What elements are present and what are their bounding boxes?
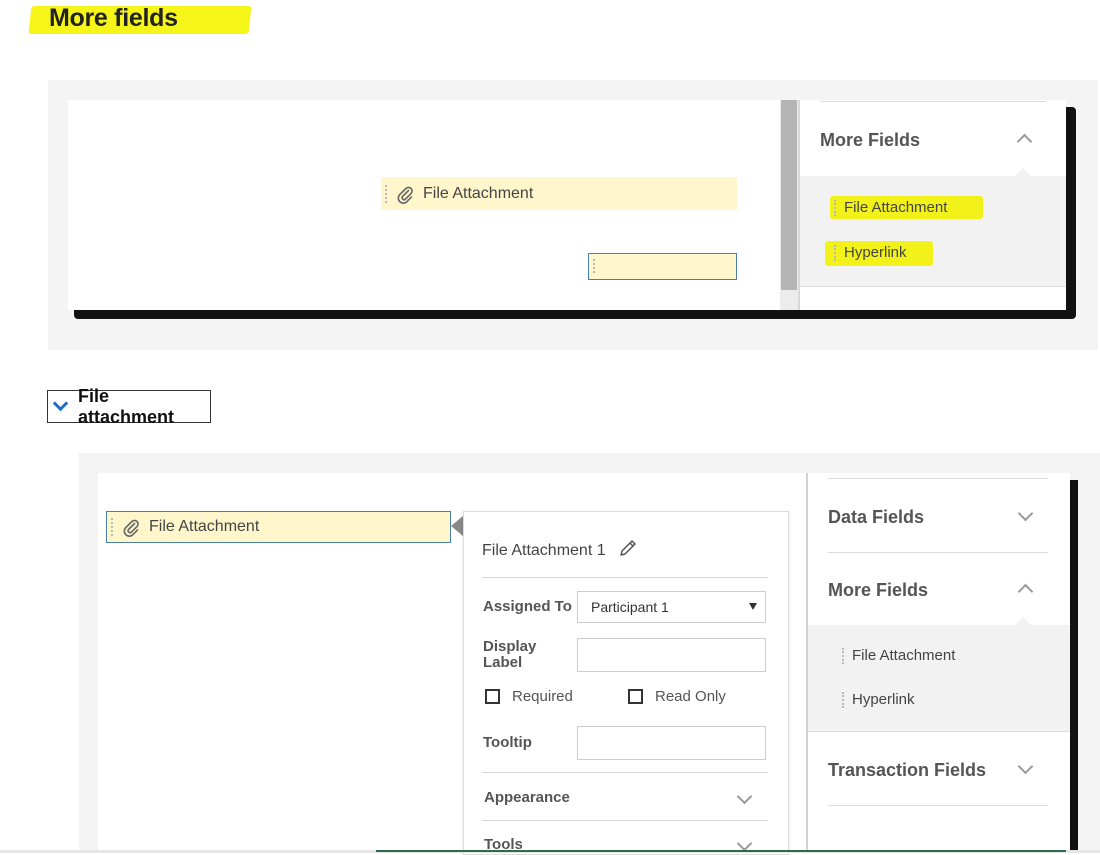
toggle-label: File attachment: [78, 385, 175, 427]
sidebar-item-file-attachment-bottom[interactable]: File Attachment: [842, 647, 955, 664]
field-label: File Attachment: [149, 518, 260, 535]
sidebar-item-file-attachment-top[interactable]: File Attachment: [834, 199, 947, 216]
more-fields-header-top[interactable]: More Fields: [820, 130, 920, 151]
list-notch: [1014, 617, 1032, 626]
drag-grip-icon: [593, 259, 595, 273]
scrollbar-thumb-top[interactable]: [781, 100, 797, 290]
appearance-section[interactable]: Appearance: [484, 789, 570, 806]
sidebar-item-label: Hyperlink: [844, 244, 907, 261]
data-fields-header[interactable]: Data Fields: [828, 507, 924, 528]
tooltip-label: Tooltip: [483, 734, 532, 751]
field-label: File Attachment: [423, 184, 534, 202]
sidebar-divider: [808, 731, 1070, 732]
required-label: Required: [512, 688, 573, 705]
popup-pointer: [451, 516, 463, 536]
transaction-fields-header[interactable]: Transaction Fields: [828, 760, 986, 781]
pencil-icon[interactable]: [618, 538, 638, 563]
sidebar-divider: [800, 286, 1066, 287]
read-only-label: Read Only: [655, 688, 726, 705]
drag-grip-icon: [842, 647, 844, 664]
dropdown-arrow-icon: [749, 603, 757, 610]
drag-grip-icon: [111, 518, 113, 536]
chevron-down-icon: [52, 395, 69, 412]
more-fields-header-bottom[interactable]: More Fields: [828, 580, 928, 601]
bottom-accent-line: [376, 850, 1066, 852]
drag-grip-icon: [834, 199, 836, 216]
drag-grip-icon: [842, 691, 844, 708]
paperclip-icon: [121, 517, 141, 537]
popup-title: File Attachment 1: [482, 538, 638, 563]
list-notch: [1014, 168, 1032, 177]
paperclip-icon: [395, 184, 415, 204]
sidebar-divider: [820, 101, 1046, 102]
sidebar-item-hyperlink-bottom[interactable]: Hyperlink: [842, 691, 915, 708]
sidebar-item-hyperlink-top[interactable]: Hyperlink: [834, 244, 907, 261]
drag-grip-icon: [834, 244, 836, 261]
assigned-to-value: Participant 1: [591, 599, 669, 615]
popup-title-text: File Attachment 1: [482, 541, 606, 559]
sidebar-divider: [828, 552, 1048, 553]
read-only-checkbox[interactable]: Read Only: [628, 688, 726, 705]
sidebar-divider: [828, 805, 1048, 806]
file-attachment-field-top[interactable]: File Attachment: [381, 177, 737, 210]
more-fields-list-top: [800, 176, 1066, 286]
file-attachment-toggle[interactable]: File attachment: [47, 386, 211, 427]
popup-divider: [482, 820, 768, 821]
assigned-to-label: Assigned To: [483, 598, 572, 615]
more-fields-list-bottom: [808, 625, 1070, 731]
assigned-to-select[interactable]: Participant 1: [577, 591, 766, 623]
file-attachment-field-bottom[interactable]: File Attachment: [106, 511, 451, 543]
page-heading: More fields: [49, 4, 178, 32]
required-checkbox[interactable]: Required: [485, 688, 573, 705]
sidebar-item-label: File Attachment: [852, 647, 956, 664]
popup-divider: [482, 772, 768, 773]
tooltip-input[interactable]: [577, 726, 766, 760]
checkbox-icon[interactable]: [485, 689, 500, 704]
display-label-input[interactable]: [577, 638, 766, 672]
display-label-line1: Display: [483, 638, 537, 655]
empty-field-box-top[interactable]: [588, 253, 737, 280]
display-label-label: Display Label: [483, 639, 536, 671]
sidebar-item-label: Hyperlink: [852, 691, 915, 708]
popup-divider: [482, 577, 768, 578]
display-label-line2: Label: [483, 654, 523, 671]
drag-grip-icon: [385, 184, 387, 203]
sidebar-item-label: File Attachment: [844, 199, 948, 216]
sidebar-divider: [828, 478, 1048, 479]
checkbox-icon[interactable]: [628, 689, 643, 704]
